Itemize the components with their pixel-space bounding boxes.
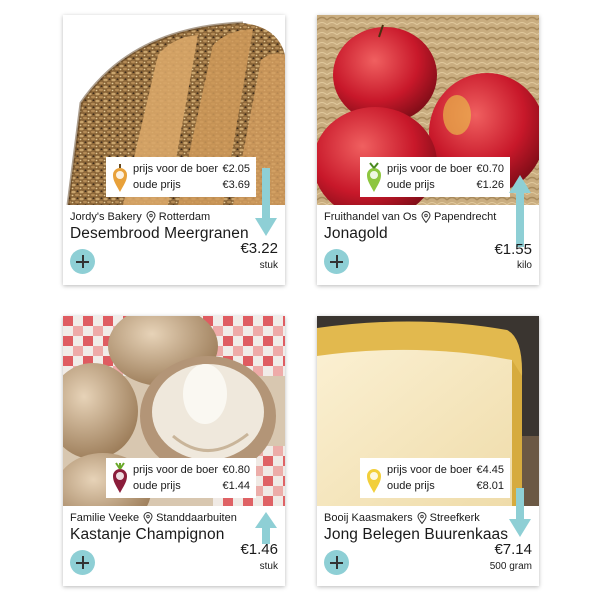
shop-line: Jordy's Bakery Rotterdam: [70, 211, 210, 223]
product-card[interactable]: prijs voor de boer €2.05 oude prijs €3.6…: [63, 15, 285, 285]
price-info-box: prijs voor de boer €4.45 oude prijs €8.0…: [360, 458, 510, 498]
shop-location: Streefkerk: [429, 512, 480, 524]
old-price-value: €1.44: [222, 480, 250, 492]
add-to-cart-button[interactable]: [324, 550, 349, 575]
price-info-box: prijs voor de boer €0.70 oude prijs €1.2…: [360, 157, 510, 197]
shop-line: Booij Kaasmakers Streefkerk: [324, 512, 480, 524]
old-price-label: oude prijs: [387, 480, 435, 492]
price-info-box: prijs voor de boer €2.05 oude prijs €3.6…: [106, 157, 256, 197]
product-name[interactable]: Kastanje Champignon: [70, 526, 224, 544]
shop-location: Rotterdam: [158, 211, 211, 223]
shop-line: Familie Veeke Standdaarbuiten: [70, 512, 237, 524]
location-pin-icon: [143, 512, 153, 524]
farmer-price-value: €2.05: [222, 163, 250, 175]
price-unit: 500 gram: [489, 561, 532, 572]
product-price: €1.55: [494, 241, 532, 258]
old-price-label: oude prijs: [133, 179, 181, 191]
old-price-label: oude prijs: [133, 480, 181, 492]
farmer-price-label: prijs voor de boer: [387, 464, 472, 476]
location-pin-icon: [417, 512, 427, 524]
product-name[interactable]: Jonagold: [324, 225, 388, 243]
add-to-cart-button[interactable]: [70, 550, 95, 575]
old-price-value: €8.01: [476, 480, 504, 492]
product-card[interactable]: prijs voor de boer €0.80 oude prijs €1.4…: [63, 316, 285, 586]
add-to-cart-button[interactable]: [70, 249, 95, 274]
price-unit: kilo: [516, 260, 532, 271]
pumpkin-pin-icon: [112, 161, 128, 193]
farmer-price-label: prijs voor de boer: [133, 464, 218, 476]
arrow-up-icon: [509, 175, 531, 247]
product-name[interactable]: Desembrood Meergranen: [70, 225, 249, 243]
product-card[interactable]: prijs voor de boer €0.70 oude prijs €1.2…: [317, 15, 539, 285]
farmer-price-label: prijs voor de boer: [387, 163, 472, 175]
arrow-down-icon: [255, 168, 277, 240]
product-price: €7.14: [494, 541, 532, 558]
product-price: €1.46: [240, 541, 278, 558]
arrow-down-icon: [509, 488, 531, 538]
cheese-pin-icon: [366, 462, 382, 494]
shop-name: Familie Veeke: [70, 512, 140, 524]
old-price-value: €1.26: [476, 179, 504, 191]
old-price-label: oude prijs: [387, 179, 435, 191]
product-price: €3.22: [240, 240, 278, 257]
shop-name: Fruithandel van Os: [324, 211, 417, 223]
shop-location: Standdaarbuiten: [156, 512, 237, 524]
shop-location: Papendrecht: [433, 211, 497, 223]
farmer-price-value: €0.70: [476, 163, 504, 175]
shop-name: Jordy's Bakery: [70, 211, 142, 223]
price-unit: stuk: [259, 561, 278, 572]
farmer-price-label: prijs voor de boer: [133, 163, 218, 175]
location-pin-icon: [146, 211, 156, 223]
farmer-price-value: €4.45: [476, 464, 504, 476]
shop-name: Booij Kaasmakers: [324, 512, 413, 524]
add-to-cart-button[interactable]: [324, 249, 349, 274]
shop-line: Fruithandel van Os Papendrecht: [324, 211, 496, 223]
price-info-box: prijs voor de boer €0.80 oude prijs €1.4…: [106, 458, 256, 498]
product-card[interactable]: prijs voor de boer €4.45 oude prijs €8.0…: [317, 316, 539, 586]
price-unit: stuk: [259, 260, 278, 271]
farmer-price-value: €0.80: [222, 464, 250, 476]
pear-pin-icon: [366, 161, 382, 193]
arrow-up-icon: [255, 512, 277, 544]
beet-pin-icon: [112, 462, 128, 494]
location-pin-icon: [421, 211, 431, 223]
old-price-value: €3.69: [222, 179, 250, 191]
product-name[interactable]: Jong Belegen Buurenkaas: [324, 526, 508, 544]
